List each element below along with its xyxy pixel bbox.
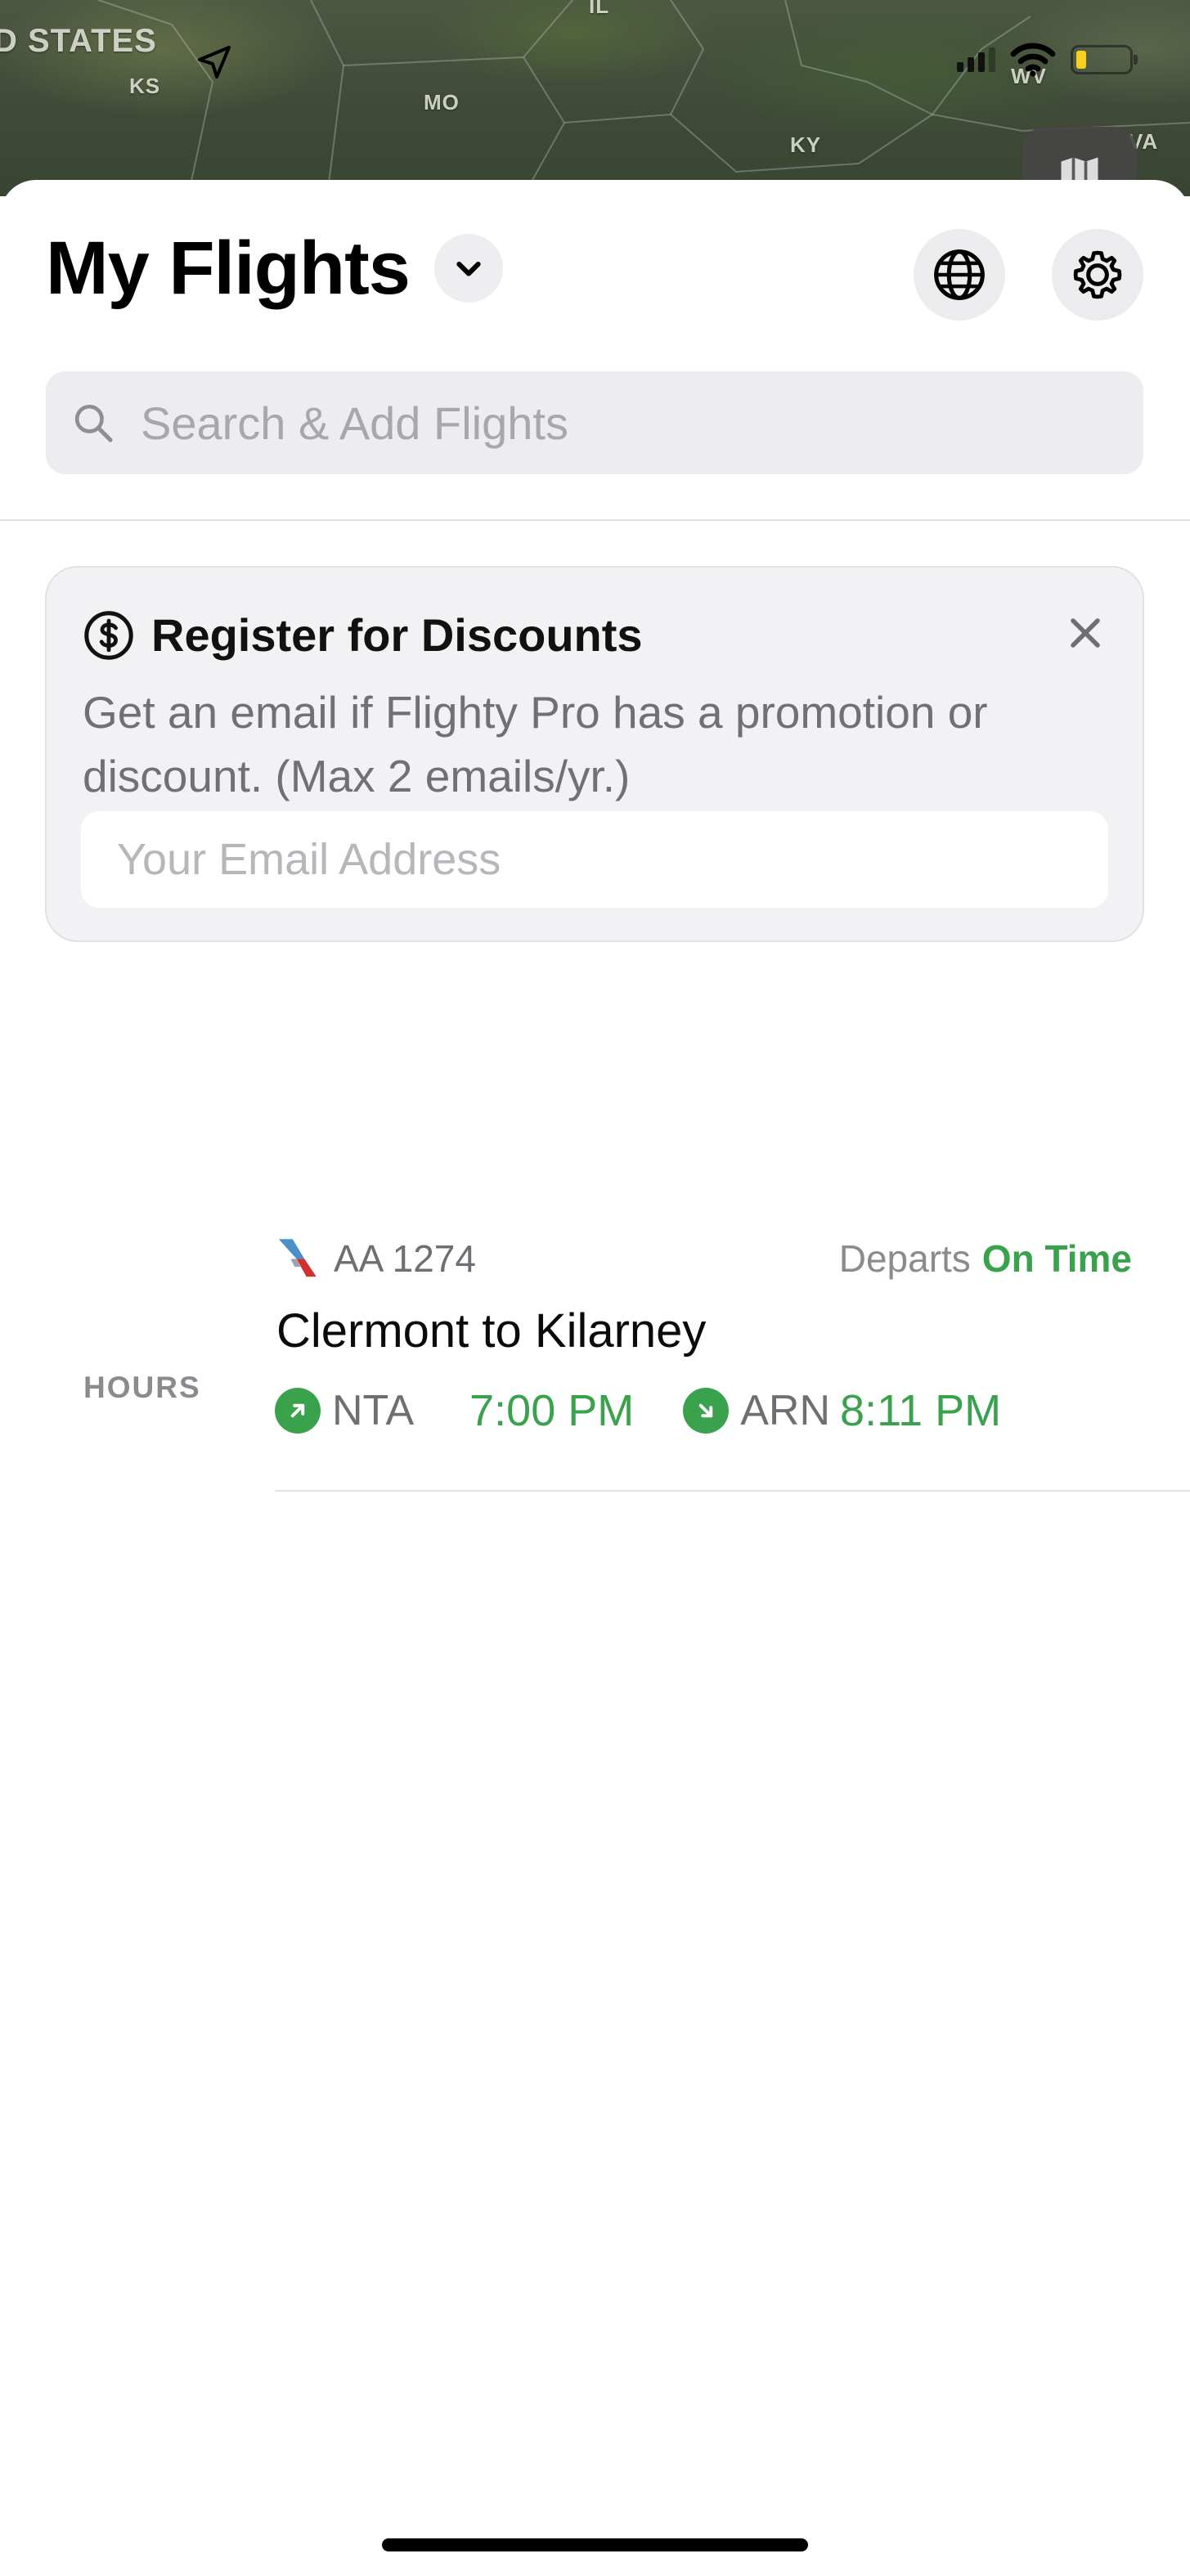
signal-icon [957, 47, 995, 72]
departure-arrow-icon [275, 1388, 321, 1434]
page-title: My Flights [46, 227, 411, 310]
state-borders [97, 0, 1190, 196]
search-input[interactable] [139, 395, 1107, 451]
arrival-time: 8:11 PM [840, 1386, 1002, 1435]
location-arrow-icon[interactable] [195, 43, 234, 82]
promo-header: Register for Discounts [83, 608, 643, 662]
title-dropdown-button[interactable] [433, 234, 503, 303]
settings-button[interactable] [1052, 229, 1143, 321]
flight-times: NTA 7:00 PM ARN 8:11 PM [275, 1385, 1001, 1436]
promo-description: Get an email if Flighty Pro has a promot… [83, 687, 988, 801]
map-label-ks: KS [129, 74, 161, 98]
map-label-ky: KY [790, 132, 822, 157]
flights-sheet: My Flights Search & Add Flights Register… [0, 180, 1190, 2576]
flight-number: AA 1274 [334, 1237, 476, 1280]
globe-icon [934, 249, 985, 300]
globe-button[interactable] [914, 229, 1005, 321]
home-indicator[interactable] [382, 2538, 808, 2551]
email-field[interactable] [81, 811, 1108, 908]
discount-promo-card: Register for Discounts Get an email if F… [45, 566, 1144, 942]
dollar-circle-icon [84, 610, 133, 660]
flight-divider [275, 1490, 1190, 1492]
flight-route: Clermont to Kilarney [276, 1304, 707, 1358]
gear-icon [1073, 250, 1122, 299]
search-bar[interactable] [46, 371, 1143, 474]
map-label-mo: MO [424, 90, 460, 114]
flight-row[interactable]: HOURS AA 1274 Departs On Time Clermont to… [0, 1207, 1190, 1493]
promo-title: Register for Discounts [151, 609, 643, 661]
status-bar [957, 43, 1138, 77]
wifi-icon [1010, 43, 1056, 77]
title-row: My Flights [46, 231, 503, 306]
map-label-country: D STATES [0, 23, 157, 59]
search-icon [74, 404, 113, 442]
map-background[interactable]: D STATES KS MO IL KY WV VA [0, 0, 1190, 196]
departure-status: Departs On Time [839, 1236, 1132, 1281]
origin-code: NTA [332, 1387, 415, 1434]
airline-logo [278, 1239, 317, 1277]
departs-label: Departs [838, 1237, 971, 1280]
map-label-il: IL [589, 0, 610, 18]
departure-time: 7:00 PM [469, 1386, 635, 1435]
time-group-label: HOURS [83, 1371, 201, 1404]
destination-code: ARN [740, 1387, 831, 1434]
header-divider [0, 519, 1190, 521]
arrival-arrow-icon [683, 1388, 730, 1434]
close-icon[interactable] [1061, 608, 1110, 657]
battery-icon [1071, 45, 1138, 74]
chevron-down-icon [456, 262, 481, 276]
status-badge: On Time [981, 1237, 1132, 1280]
